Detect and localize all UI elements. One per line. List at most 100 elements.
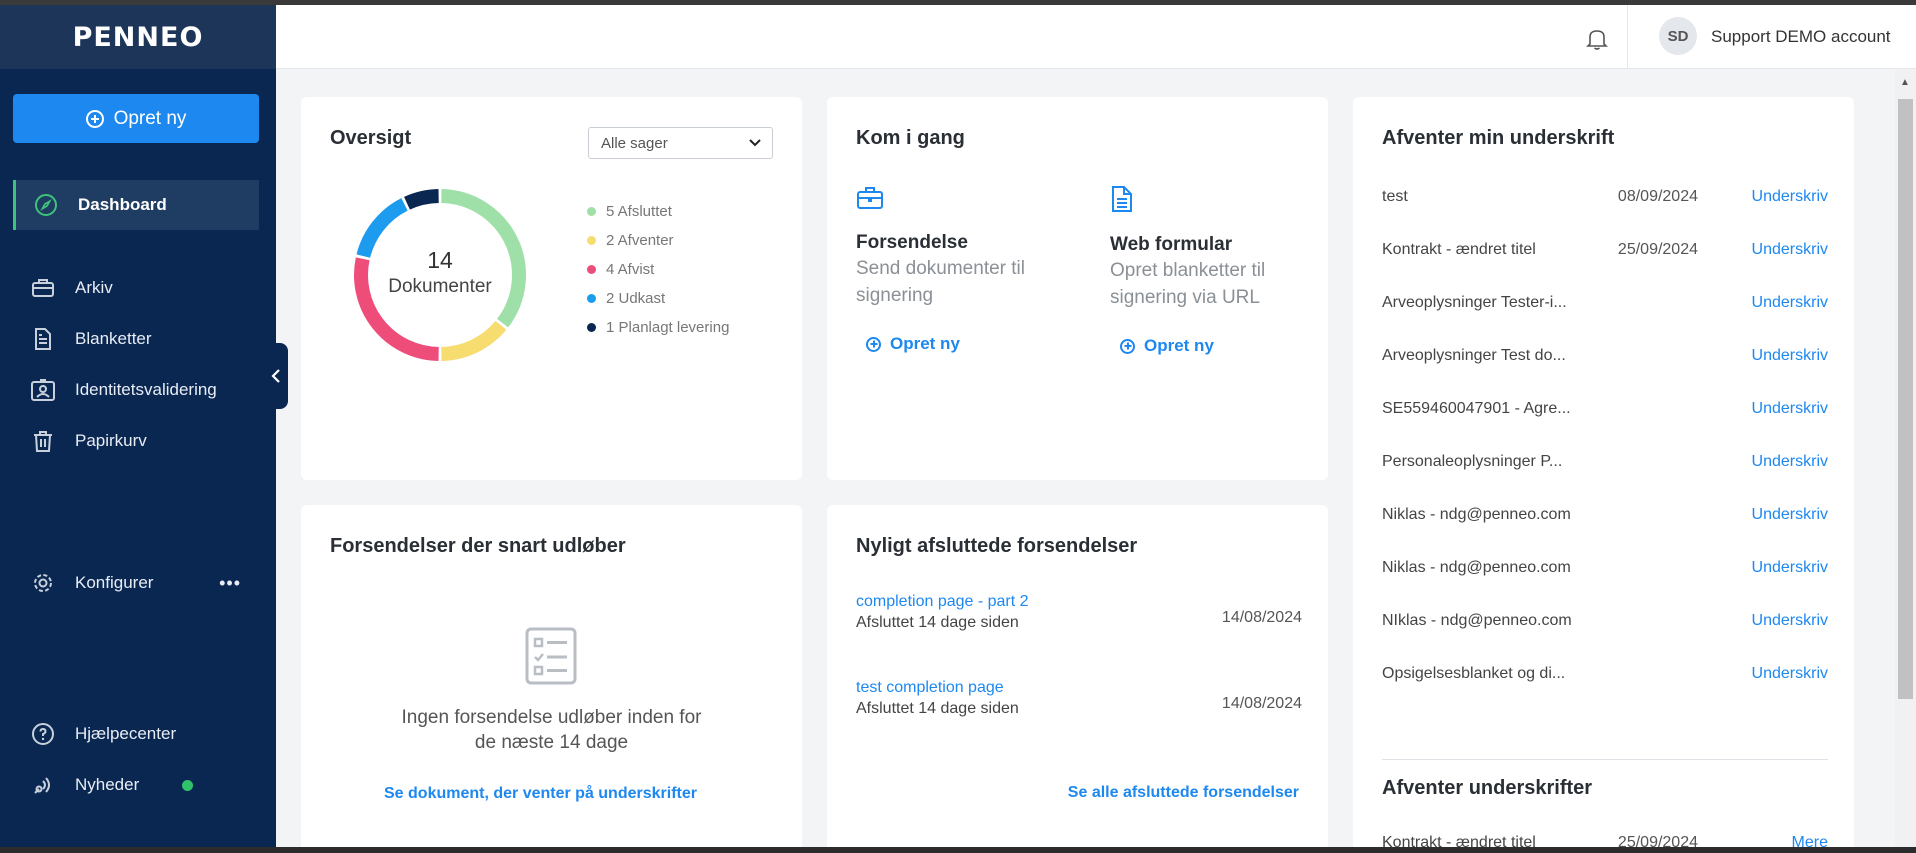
item-name[interactable]: NIklas - ndg@penneo.com: [1382, 612, 1600, 630]
sidebar-item-label: Dashboard: [78, 195, 167, 214]
overview-card: Oversigt Alle sager 14 Dokumenter 5 Afsl…: [301, 97, 802, 480]
legend-item[interactable]: 5 Afsluttet: [587, 197, 729, 226]
page-scrollbar[interactable]: ▲: [1895, 69, 1916, 853]
document-icon: [1112, 186, 1132, 212]
legend-label: 1 Planlagt levering: [606, 319, 730, 336]
sign-link[interactable]: Underskriv: [1752, 665, 1828, 683]
shipment-title: Forsendelse: [856, 232, 968, 253]
item-date: 08/09/2024: [1617, 187, 1698, 205]
item-name[interactable]: Niklas - ndg@penneo.com: [1382, 506, 1600, 524]
sign-link[interactable]: Underskriv: [1752, 506, 1828, 524]
legend-item[interactable]: 4 Afvist: [587, 255, 729, 284]
sign-link[interactable]: Underskriv: [1752, 188, 1828, 206]
sidebar-item-papirkurv[interactable]: Papirkurv: [13, 416, 259, 466]
recently-completed-card: Nyligt afsluttede forsendelser completio…: [827, 505, 1328, 853]
sidebar-item-label: Konfigurer: [75, 573, 154, 592]
create-new-button[interactable]: Opret ny: [13, 94, 259, 143]
more-options-icon[interactable]: •••: [219, 573, 241, 594]
list-item: SE559460047901 - Agre... Underskriv: [1382, 382, 1828, 435]
create-shipment-link[interactable]: Opret ny: [856, 334, 1086, 354]
sidebar-item-identitetsvalidering[interactable]: Identitetsvalidering: [13, 365, 259, 415]
case-filter-select[interactable]: Alle sager: [588, 127, 773, 159]
see-pending-documents-link[interactable]: Se dokument, der venter på underskrifter: [384, 785, 697, 803]
item-date: 25/09/2024: [1617, 240, 1698, 258]
donut-slice-planlagt-levering[interactable]: [404, 189, 439, 210]
sign-link[interactable]: Underskriv: [1752, 453, 1828, 471]
scroll-up-icon[interactable]: ▲: [1900, 77, 1910, 88]
legend-item[interactable]: 2 Udkast: [587, 284, 729, 313]
sidebar-item-hjaelpecenter[interactable]: Hjælpecenter: [13, 709, 259, 759]
gear-icon: [23, 563, 63, 603]
plus-circle-icon: [866, 336, 881, 352]
legend-dot: [587, 323, 596, 332]
list-item: test completion page Afsluttet 14 dage s…: [856, 679, 1302, 718]
legend-dot: [587, 294, 596, 303]
empty-state-line-2: de næste 14 dage: [474, 732, 629, 753]
item-name[interactable]: Niklas - ndg@penneo.com: [1382, 559, 1600, 577]
sidebar-item-nyheder[interactable]: Nyheder: [13, 760, 259, 810]
shipment-desc-1: Send dokumenter til: [856, 258, 1025, 279]
list-item: Opsigelsesblanket og di... Underskriv: [1382, 647, 1828, 700]
recently-completed-title: Nyligt afsluttede forsendelser: [856, 535, 1138, 557]
create-web-form-link[interactable]: Opret ny: [1110, 336, 1340, 356]
item-name[interactable]: Opsigelsesblanket og di...: [1382, 665, 1600, 683]
list-item: test 08/09/2024 Underskriv: [1382, 170, 1828, 223]
document-total-label: Dokumenter: [388, 276, 492, 297]
sign-link[interactable]: Underskriv: [1752, 559, 1828, 577]
see-all-completed-link[interactable]: Se alle afsluttede forsendelser: [1068, 784, 1299, 802]
create-shipment-label: Opret ny: [890, 334, 960, 353]
avatar[interactable]: SD: [1659, 17, 1697, 55]
new-indicator-dot: [182, 779, 193, 791]
item-name[interactable]: SE559460047901 - Agre...: [1382, 400, 1600, 418]
header-divider: [1627, 5, 1628, 69]
legend-label: 2 Udkast: [606, 290, 666, 307]
legend-item[interactable]: 2 Afventer: [587, 226, 729, 255]
chart-legend: 5 Afsluttet 2 Afventer 4 Afvist 2 Udkast…: [587, 197, 729, 342]
plus-circle-icon: [1120, 338, 1135, 354]
getting-started-title: Kom i gang: [856, 127, 965, 149]
checklist-icon: [525, 627, 577, 685]
sign-link[interactable]: Underskriv: [1752, 612, 1828, 630]
legend-label: 4 Afvist: [606, 261, 655, 278]
expiring-title: Forsendelser der snart udløber: [330, 535, 626, 557]
legend-label: 5 Afsluttet: [606, 203, 672, 220]
account-name[interactable]: Support DEMO account: [1711, 27, 1891, 47]
top-header: SD Support DEMO account: [276, 5, 1916, 69]
sidebar-item-label: Blanketter: [75, 329, 152, 348]
section-divider: [1382, 759, 1828, 760]
list-item: NIklas - ndg@penneo.com Underskriv: [1382, 594, 1828, 647]
sign-link[interactable]: Underskriv: [1752, 294, 1828, 312]
bell-icon[interactable]: [1586, 27, 1608, 56]
plus-circle-icon: [85, 109, 104, 128]
expiring-card: Forsendelser der snart udløber Ingen for…: [301, 505, 802, 853]
sidebar: PENNEO Opret ny Dashboard Arkiv Blankett…: [0, 5, 276, 853]
awaiting-signature-title: Afventer min underskrift: [1382, 127, 1615, 149]
shipment-column: Forsendelse Send dokumenter til signerin…: [856, 185, 1086, 354]
item-name[interactable]: test: [1382, 188, 1600, 206]
scrollbar-thumb[interactable]: [1898, 99, 1913, 699]
item-name[interactable]: Kontrakt - ændret titel: [1382, 241, 1600, 259]
donut-slice-afventer[interactable]: [441, 320, 507, 361]
sidebar-item-konfigurer[interactable]: Konfigurer •••: [13, 558, 259, 608]
document-total: 14: [427, 247, 453, 273]
empty-state-line-1: Ingen forsendelse udløber inden for: [401, 707, 702, 728]
sign-link[interactable]: Underskriv: [1752, 241, 1828, 259]
shipment-desc-2: signering: [856, 285, 934, 306]
case-filter-value: Alle sager: [601, 134, 668, 152]
item-name[interactable]: Personaleoplysninger P...: [1382, 453, 1600, 471]
legend-label: 2 Afventer: [606, 232, 674, 249]
sidebar-item-blanketter[interactable]: Blanketter: [13, 314, 259, 364]
list-item: completion page - part 2 Afsluttet 14 da…: [856, 593, 1302, 632]
sidebar-item-arkiv[interactable]: Arkiv: [13, 263, 259, 313]
empty-state-text: Ingen forsendelse udløber inden for de n…: [301, 705, 802, 755]
item-name[interactable]: Arveoplysninger Test do...: [1382, 347, 1600, 365]
item-name[interactable]: Arveoplysninger Tester-i...: [1382, 294, 1600, 312]
collapse-sidebar-button[interactable]: [264, 343, 288, 409]
legend-item[interactable]: 1 Planlagt levering: [587, 313, 729, 342]
sign-link[interactable]: Underskriv: [1752, 347, 1828, 365]
document-icon: [23, 319, 63, 359]
web-form-column: Web formular Opret blanketter til signer…: [1110, 185, 1340, 356]
sign-link[interactable]: Underskriv: [1752, 400, 1828, 418]
sidebar-item-dashboard[interactable]: Dashboard: [13, 180, 259, 230]
app-logo[interactable]: PENNEO: [73, 22, 204, 53]
